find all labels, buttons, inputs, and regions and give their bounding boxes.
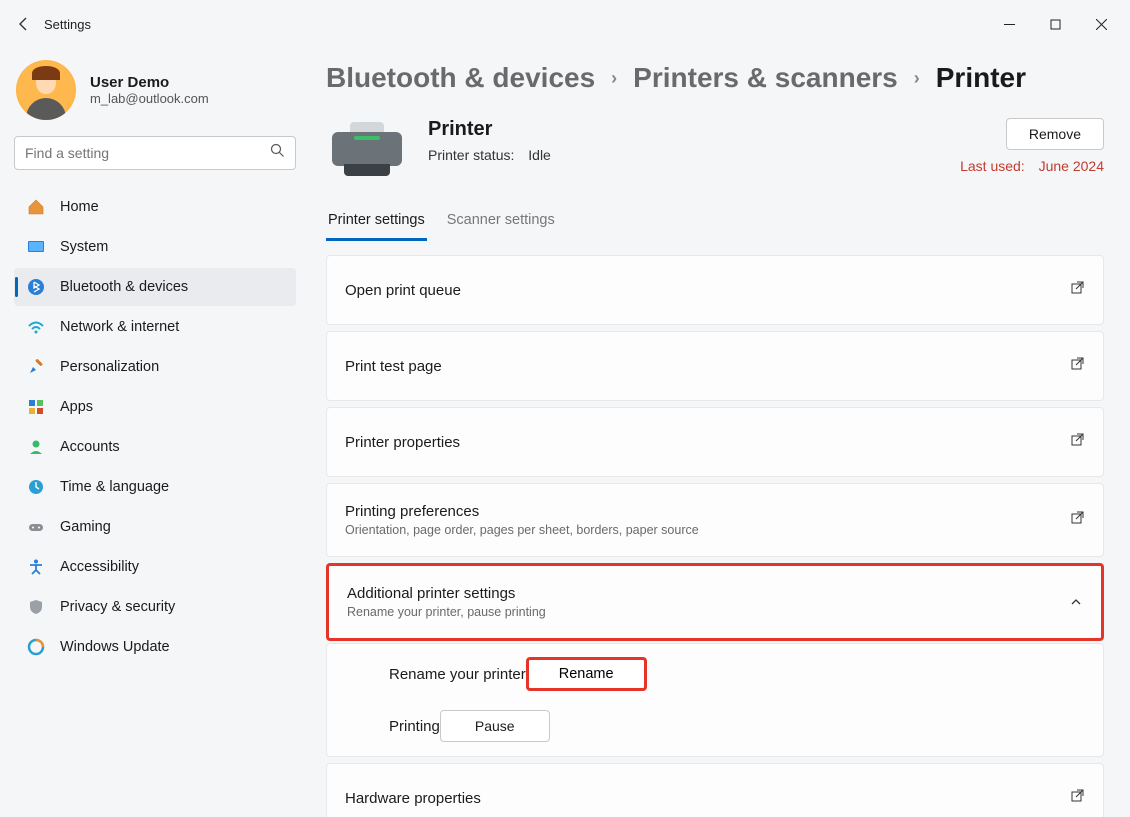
chevron-right-icon: › (914, 68, 920, 89)
tab-scanner-settings[interactable]: Scanner settings (445, 206, 557, 241)
apps-icon (26, 397, 46, 417)
sidebar-item-system[interactable]: System (14, 228, 296, 266)
sidebar-item-label: Personalization (60, 359, 159, 375)
search-box[interactable] (14, 136, 296, 170)
person-icon (26, 437, 46, 457)
row-additional-printer-settings[interactable]: Additional printer settings Rename your … (326, 563, 1104, 641)
paintbrush-icon (26, 357, 46, 377)
row-printing: Printing Pause (389, 700, 1085, 752)
nav-list: Home System Bluetooth & devices Network … (14, 188, 296, 666)
open-external-icon (1070, 356, 1085, 376)
tabs: Printer settings Scanner settings (326, 206, 1104, 241)
sidebar-item-label: Windows Update (60, 639, 170, 655)
bluetooth-icon (26, 277, 46, 297)
sidebar-item-label: Time & language (60, 479, 169, 495)
last-used: Last used: June 2024 (960, 158, 1104, 174)
row-printing-preferences[interactable]: Printing preferences Orientation, page o… (326, 483, 1104, 557)
update-icon (26, 637, 46, 657)
sidebar-item-label: Bluetooth & devices (60, 279, 188, 295)
additional-settings-expanded: Rename your printer Rename Printing Paus… (326, 643, 1104, 757)
remove-button[interactable]: Remove (1006, 118, 1104, 150)
tab-printer-settings[interactable]: Printer settings (326, 206, 427, 241)
shield-icon (26, 597, 46, 617)
printer-name: Printer (428, 118, 551, 141)
chevron-right-icon: › (611, 68, 617, 89)
wifi-icon (26, 317, 46, 337)
sidebar-item-label: System (60, 239, 108, 255)
minimize-button[interactable] (986, 9, 1032, 39)
sidebar-item-home[interactable]: Home (14, 188, 296, 226)
open-external-icon (1070, 510, 1085, 530)
open-external-icon (1070, 788, 1085, 808)
rename-button[interactable]: Rename (526, 657, 647, 691)
avatar (16, 60, 76, 120)
sidebar-item-gaming[interactable]: Gaming (14, 508, 296, 546)
sidebar-item-accessibility[interactable]: Accessibility (14, 548, 296, 586)
sidebar-item-time-language[interactable]: Time & language (14, 468, 296, 506)
sidebar-item-personalization[interactable]: Personalization (14, 348, 296, 386)
sidebar-item-apps[interactable]: Apps (14, 388, 296, 426)
search-icon (270, 143, 285, 163)
printer-header: Printer Printer status: Idle Remove Last… (326, 118, 1104, 176)
home-icon (26, 197, 46, 217)
breadcrumb-printers-scanners[interactable]: Printers & scanners (633, 62, 898, 94)
sidebar-item-label: Accounts (60, 439, 120, 455)
sidebar-item-windows-update[interactable]: Windows Update (14, 628, 296, 666)
user-profile[interactable]: User Demo m_lab@outlook.com (16, 60, 294, 120)
row-rename-printer: Rename your printer Rename (389, 648, 1085, 700)
printer-status: Printer status: Idle (428, 147, 551, 163)
breadcrumb: Bluetooth & devices › Printers & scanner… (326, 62, 1104, 94)
titlebar: Settings (0, 0, 1130, 48)
open-external-icon (1070, 280, 1085, 300)
chevron-up-icon (1069, 595, 1083, 609)
clock-globe-icon (26, 477, 46, 497)
breadcrumb-current: Printer (936, 62, 1026, 94)
pause-button[interactable]: Pause (440, 710, 550, 742)
sidebar-item-bluetooth-devices[interactable]: Bluetooth & devices (14, 268, 296, 306)
sidebar-item-label: Apps (60, 399, 93, 415)
row-print-test-page[interactable]: Print test page (326, 331, 1104, 401)
search-input[interactable] (25, 145, 270, 161)
sidebar-item-network[interactable]: Network & internet (14, 308, 296, 346)
sidebar-item-label: Home (60, 199, 99, 215)
back-button[interactable] (6, 16, 42, 32)
row-hardware-properties[interactable]: Hardware properties (326, 763, 1104, 817)
row-open-print-queue[interactable]: Open print queue (326, 255, 1104, 325)
sidebar-item-label: Privacy & security (60, 599, 175, 615)
sidebar-item-privacy-security[interactable]: Privacy & security (14, 588, 296, 626)
row-printer-properties[interactable]: Printer properties (326, 407, 1104, 477)
user-email: m_lab@outlook.com (90, 91, 209, 106)
user-name: User Demo (90, 74, 209, 91)
sidebar-item-label: Network & internet (60, 319, 179, 335)
main-content: Bluetooth & devices › Printers & scanner… (310, 48, 1130, 817)
accessibility-icon (26, 557, 46, 577)
printer-icon (326, 118, 408, 176)
sidebar-item-label: Gaming (60, 519, 111, 535)
close-button[interactable] (1078, 9, 1124, 39)
window-title: Settings (42, 17, 91, 32)
breadcrumb-bluetooth-devices[interactable]: Bluetooth & devices (326, 62, 595, 94)
gamepad-icon (26, 517, 46, 537)
sidebar-item-label: Accessibility (60, 559, 139, 575)
sidebar-item-accounts[interactable]: Accounts (14, 428, 296, 466)
system-icon (26, 237, 46, 257)
open-external-icon (1070, 432, 1085, 452)
sidebar: User Demo m_lab@outlook.com Home System … (0, 48, 310, 817)
maximize-button[interactable] (1032, 9, 1078, 39)
